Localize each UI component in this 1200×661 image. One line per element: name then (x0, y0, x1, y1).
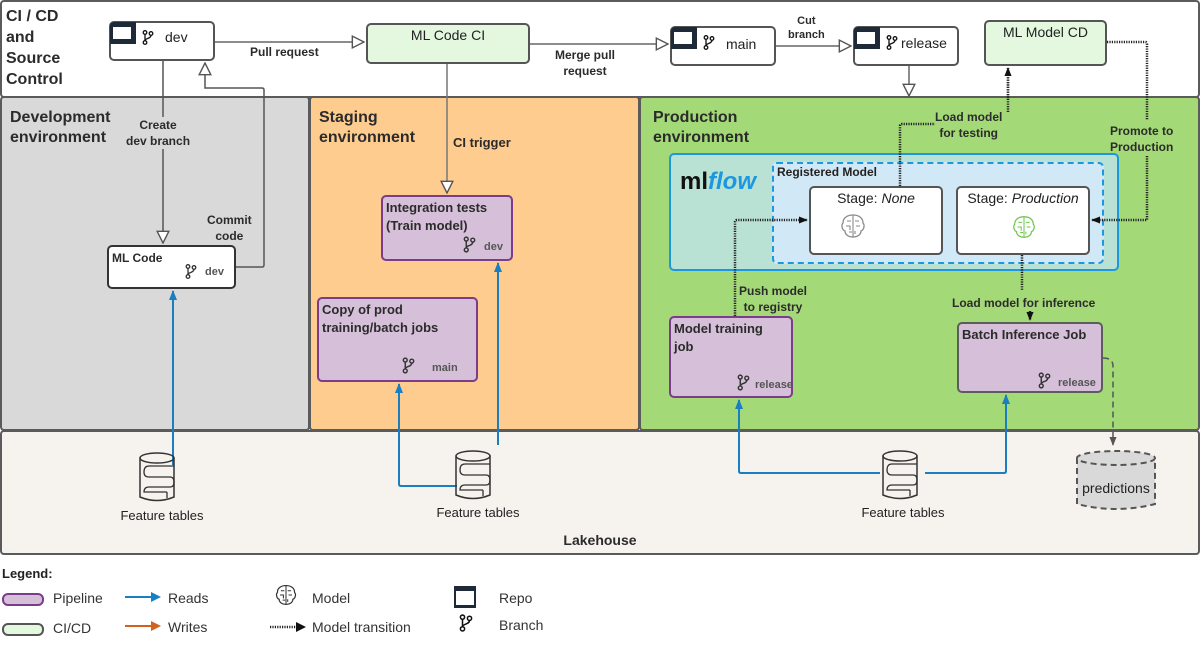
batch-inference-job-title: Batch Inference Job (962, 327, 1087, 342)
ml-code-branch: dev (205, 266, 224, 278)
ml-code-ci-label: ML Code CI (410, 27, 486, 43)
branch-icon (703, 35, 715, 50)
repo-release-label: release (901, 35, 947, 51)
repo-dev-label: dev (165, 29, 188, 45)
repo-main-box[interactable]: main (670, 26, 776, 66)
legend-model-icon (275, 584, 297, 606)
repo-dev-box[interactable]: dev (109, 21, 215, 61)
repo-icon (671, 27, 697, 49)
branch-icon (886, 35, 898, 50)
label-promote-production: Promote to Production (1110, 124, 1174, 154)
feature-tables-label-prod: Feature tables (861, 505, 945, 520)
cicd-zone-title: CI / CD and Source Control (6, 8, 63, 88)
ml-model-cd-label: ML Model CD (1002, 24, 1089, 40)
legend-branch-icon (459, 614, 473, 632)
label-push-model-registry: Push model to registry (739, 284, 808, 314)
feature-tables-label-dev: Feature tables (120, 508, 204, 523)
stage-none-title: Stage: None (837, 190, 915, 206)
repo-icon (854, 27, 880, 49)
feature-tables-label-staging: Feature tables (436, 505, 520, 520)
copy-prod-jobs-title: Copy of prod training/batch jobs (322, 302, 439, 335)
branch-icon (737, 374, 750, 391)
model-training-job-branch: release (755, 379, 793, 391)
legend-repo-label: Repo (499, 590, 533, 606)
ml-code-title: ML Code (112, 251, 163, 265)
label-commit-code: Commit code (207, 213, 252, 243)
lakehouse-zone-title: Lakehouse (563, 532, 637, 548)
legend-branch-label: Branch (499, 617, 544, 633)
label-merge-pull-request: Merge pull request (555, 48, 616, 78)
legend-cicd-swatch (2, 623, 44, 636)
legend-title: Legend: (2, 566, 53, 581)
predictions-label: predictions (1082, 480, 1150, 496)
legend-reads-label: Reads (168, 590, 209, 606)
legend-model-transition-arrow (270, 622, 306, 632)
copy-prod-jobs-box[interactable]: Copy of prod training/batch jobs main (317, 297, 478, 382)
legend-pipeline-swatch (2, 593, 44, 606)
model-brain-icon (1013, 216, 1035, 238)
legend-cicd-label: CI/CD (53, 620, 92, 636)
label-ci-trigger: CI trigger (453, 135, 511, 150)
stage-production-box[interactable]: Stage: Production (956, 186, 1090, 255)
mlflow-logo-ml: ml (680, 168, 709, 195)
production-zone-title: Production environment (653, 109, 750, 146)
model-training-job-title: Model training job (674, 321, 763, 354)
legend-pipeline-label: Pipeline (53, 590, 103, 606)
legend-writes-label: Writes (168, 619, 208, 635)
repo-release-box[interactable]: release (853, 26, 959, 66)
branch-icon (402, 357, 415, 374)
feature-tables-icon-dev (139, 452, 175, 502)
ml-code-box[interactable]: ML Code dev (107, 245, 236, 289)
batch-inference-job-box[interactable]: Batch Inference Job release (957, 322, 1103, 393)
repo-icon (110, 22, 136, 44)
integration-tests-branch: dev (484, 241, 503, 253)
branch-icon (463, 236, 476, 253)
legend-repo-icon (454, 586, 476, 608)
label-load-model-inference: Load model for inference (952, 296, 1096, 310)
integration-tests-title: Integration tests (Train model) (386, 200, 488, 233)
feature-tables-icon-prod (882, 450, 918, 500)
label-pull-request: Pull request (250, 45, 319, 59)
legend-model-transition-label: Model transition (312, 619, 411, 635)
integration-tests-box[interactable]: Integration tests (Train model) dev (381, 195, 513, 261)
label-load-model-testing: Load model for testing (935, 110, 1003, 140)
mlflow-logo-flow: flow (708, 168, 757, 195)
ml-code-ci-box[interactable]: ML Code CI (366, 23, 530, 64)
development-zone-title: Development environment (10, 109, 111, 146)
repo-main-label: main (726, 36, 757, 52)
ml-model-cd-box[interactable]: ML Model CD (984, 20, 1107, 66)
branch-icon (1038, 372, 1051, 389)
legend-model-label: Model (312, 590, 351, 606)
legend-writes-arrow (125, 621, 161, 631)
branch-icon (185, 264, 197, 279)
mlflow-logo: mlflow (680, 168, 756, 196)
feature-tables-icon-staging (455, 450, 491, 500)
staging-zone-title: Staging environment (319, 109, 416, 146)
label-create-dev-branch: Create dev branch (126, 117, 191, 149)
label-cut-branch: Cut branch (788, 15, 825, 41)
registered-model-label: Registered Model (777, 165, 878, 179)
stage-none-box[interactable]: Stage: None (809, 186, 943, 255)
lakehouse-zone: Lakehouse (0, 430, 1200, 555)
copy-prod-jobs-branch: main (432, 362, 458, 374)
stage-production-title: Stage: Production (967, 190, 1079, 206)
legend-reads-arrow (125, 592, 161, 602)
batch-inference-job-branch: release (1058, 377, 1096, 389)
model-training-job-box[interactable]: Model training job release (669, 316, 793, 398)
model-brain-icon (841, 214, 865, 238)
branch-icon (142, 30, 154, 45)
